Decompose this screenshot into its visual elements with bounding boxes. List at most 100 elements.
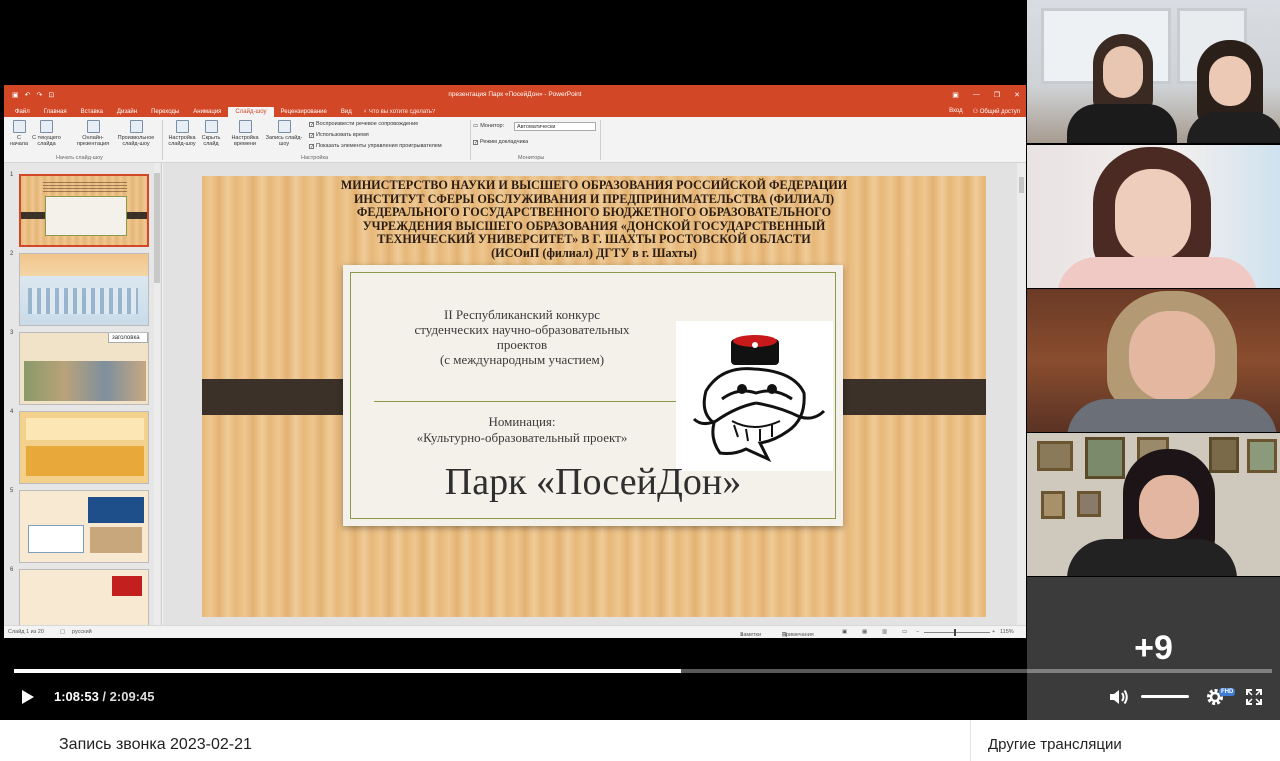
checkmark-icon: ✓ [309,143,315,150]
from-current-button: С текущего слайда [29,120,64,147]
video-call-page: ▣ ↶ ↷ ⊡ презентация Парк «ПосейДон» - Po… [0,0,1280,761]
thumb-card [45,196,127,236]
sign-in-label: Вход [949,108,963,114]
contest-line: студенческих научно-образовательных [414,322,630,337]
timer-icon [238,120,252,133]
participant-tile-4[interactable] [1027,433,1280,576]
slide-thumbnail-5 [19,490,149,563]
participant-tile-3[interactable] [1027,289,1280,432]
zoom-level: 115% [1000,629,1014,635]
ribbon-options-icon: ▣ [952,91,959,99]
checkmark-icon: ✓ [309,121,315,128]
contest-line: (с международным участием) [439,352,605,367]
slide-editing-area: МИНИСТЕРСТВО НАУКИ И ВЫСШЕГО ОБРАЗОВАНИЯ… [163,163,1026,625]
from-current-label: С текущего слайда [32,135,61,147]
contest-line: проектов [496,337,548,352]
monitor-label: Монитор: [480,123,505,129]
ribbon-divider [470,120,471,160]
person-face [1139,475,1199,539]
ppt-status-bar: Слайд 1 из 20 ▢ русский ≡ Заметки ▤ Прим… [4,625,1026,638]
contest-line: II Республиканский конкурс [444,307,600,322]
nomination-line: «Культурно-образовательный проект» [416,430,628,445]
close-icon: ✕ [1014,91,1020,99]
thumb-number: 6 [10,567,14,573]
thumb-number: 5 [10,488,14,494]
fullscreen-icon [1246,689,1262,705]
volume-button[interactable] [1108,687,1130,712]
slide-header-line: ИНСТИТУТ СФЕРЫ ОБСЛУЖИВАНИЯ И ПРЕДПРИНИМ… [353,191,835,206]
thumb-number: 2 [10,251,14,257]
use-timings-checkbox: ✓ Использовать время [309,132,369,138]
narration-label: Воспроизвести речевое сопровождение [316,121,419,127]
tab-slideshow: Слайд-шоу [228,107,274,117]
time-separator: / [98,689,110,704]
online-icon [86,120,100,133]
person-body [1187,112,1280,143]
share-text: Общий доступ [979,109,1020,115]
wall-picture [1085,437,1125,479]
play-button[interactable] [18,688,36,711]
current-slide: МИНИСТЕРСТВО НАУКИ И ВЫСШЕГО ОБРАЗОВАНИЯ… [202,176,986,617]
fullscreen-button[interactable] [1245,688,1263,711]
monitor-icon: ▭ [473,123,479,129]
progress-bar[interactable] [14,669,1272,673]
total-duration: 2:09:45 [109,689,155,704]
custom-show-icon [129,120,143,133]
divider [970,720,971,761]
ppt-ribbon: С начала С текущего слайда Онлайн-презен… [4,117,1026,163]
slide-thumbnail-2 [19,253,149,326]
media-controls-checkbox: ✓ Показать элементы управления проигрыват… [309,143,442,149]
card-divider [374,401,679,402]
slide-thumbnail-3: Без заголовка [19,332,149,405]
ribbon-divider [600,120,601,160]
online-present-button: Онлайн-презентация [74,120,112,147]
wall-picture [1037,441,1073,471]
hide-slide-icon [204,120,218,133]
setup-show-button: Настройка слайд-шоу [165,120,199,147]
monitor-select: Автоматически [514,122,596,131]
slide-thumbnails-pane: 1 2 3 Без заголовка 4 5 6 [4,163,162,625]
monitor-value: Автоматически [517,124,556,130]
more-participants-tile[interactable]: +9 [1027,577,1280,720]
rehearse-timings-button: Настройка времени [228,120,262,147]
language-label: русский [72,629,92,635]
participant-tile-1[interactable] [1027,0,1280,143]
title-card: II Республиканский конкурс студенческих … [343,265,843,526]
presenter-view-label: Режим докладчика [480,139,529,145]
tab-file: Файл [15,109,30,115]
thumb-text-lines [43,180,127,192]
thumbnails-scroll-thumb [154,173,160,283]
participant-tile-2[interactable] [1027,145,1280,288]
slideshow-icon [12,120,26,133]
thumb-tooltip: Без заголовка [108,333,148,343]
zoom-out-icon: − [916,629,920,635]
person-face [1103,46,1143,98]
slide-counter: Слайд 1 из 20 [8,629,44,635]
notes-label: Заметки [740,632,762,638]
person-body [1067,399,1277,432]
more-participants-count: +9 [1134,629,1173,667]
checkmark-icon: ✓ [309,132,315,139]
thumb-diagram [28,525,84,553]
group-start-label: Начать слайд-шоу [56,155,103,161]
volume-slider[interactable] [1141,695,1189,698]
monitor-row: ▭ Монитор: [473,123,504,129]
checkmark-icon: ✓ [473,139,479,146]
thumb-number: 1 [10,172,14,178]
tab-animations: Анимация [193,109,222,115]
thumb-photo [88,497,144,523]
tell-me: ♀ Что вы хотите сделать? [359,109,444,117]
thumb-photo [90,527,142,553]
hide-slide-label: Скрыть слайд [201,135,221,147]
slideshow-view-icon: ▭ [902,629,908,635]
slide-scroll-thumb [1019,177,1024,193]
from-start-label: С начала [9,135,29,147]
thumb-list-box [26,446,144,476]
slide-header-line: ТЕХНИЧЕСКИЙ УНИВЕРСИТЕТ» В Г. ШАХТЫ РОСТ… [377,232,811,247]
tab-design: Дизайн [116,109,138,115]
time-display: 1:08:53 / 2:09:45 [54,689,154,704]
video-player[interactable]: ▣ ↶ ↷ ⊡ презентация Парк «ПосейДон» - Po… [0,0,1280,720]
progress-bar-fill [14,669,681,673]
play-icon [22,690,34,704]
narration-checkbox: ✓ Воспроизвести речевое сопровождение [309,121,418,127]
